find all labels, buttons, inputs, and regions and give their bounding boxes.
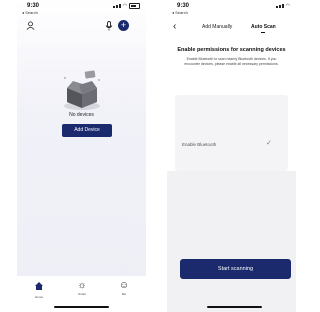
person-icon[interactable] [26,21,35,32]
home-indicator [54,306,109,308]
home-indicator [207,306,262,308]
back-to-app-link[interactable]: ◂ Search [172,10,188,15]
signal-icon [112,4,121,8]
add-icon[interactable]: + [118,20,129,31]
empty-box-illustration [59,68,105,112]
sun-icon: ☼ [77,280,87,291]
permission-card [175,95,288,171]
signal-icon [275,4,284,8]
permissions-title: Enable permissions for scanning devices [177,47,286,53]
tab-label: Me [121,292,127,296]
bottom-tab-bar: Home ☼ Smart ☺ Me [17,276,146,312]
permissions-description: Enable Bluetooth to scan nearby Bluetoot… [184,57,279,66]
tab-home[interactable]: Home [24,281,54,299]
chevron-left-icon[interactable]: ‹ [173,21,176,32]
wifi-icon: ◠ [285,3,290,9]
tab-add-manually[interactable]: Add Manually [202,24,232,30]
tab-me[interactable]: ☺ Me [109,280,139,297]
tab-label: Home [34,295,43,299]
bluetooth-permission-label: Enable Bluetooth [182,142,217,147]
add-device-button[interactable]: Add Device [62,124,112,137]
scan-screen: 9:30 ◂ Search ◠ ‹ Add Manually Auto Scan… [167,0,296,312]
start-scanning-button[interactable]: Start scanning [180,259,291,279]
status-icons: ◠ [112,3,140,9]
content-background [167,171,296,312]
empty-state-text: No devices [69,112,94,118]
battery-icon [129,3,140,9]
back-to-app-link[interactable]: ◂ Search [22,10,38,15]
tab-label: Smart [77,292,86,296]
home-icon [24,281,54,294]
status-icons: ◠ [275,3,290,9]
tab-smart[interactable]: ☼ Smart [67,280,97,297]
status-time: 9:30 [177,3,190,9]
tab-indicator [261,32,265,33]
microphone-icon[interactable] [105,21,113,33]
check-icon[interactable]: ✓ [266,139,272,147]
person-icon: ☺ [118,280,130,291]
wifi-icon: ◠ [122,3,127,9]
home-screen: 9:30 ◂ Search ◠ + No devices Add Device [17,0,146,312]
status-time: 9:30 [27,3,40,9]
tab-auto-scan[interactable]: Auto Scan [251,24,276,30]
